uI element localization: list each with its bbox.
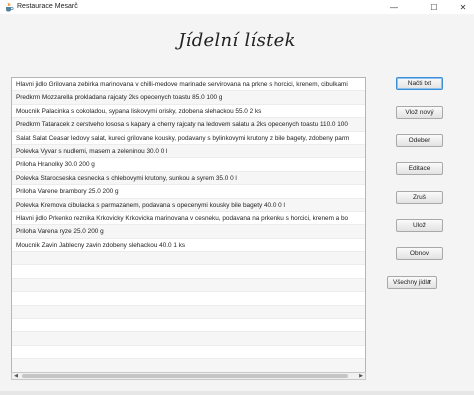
refresh-button[interactable]: Obnov — [396, 247, 443, 260]
maximize-button[interactable]: ☐ — [420, 0, 448, 14]
remove-button[interactable]: Odeber — [396, 134, 443, 147]
window-title: Restaurace Mesarč — [17, 3, 78, 10]
list-item[interactable]: Polevka Vyvar s nudlemi, masem a zelenin… — [12, 144, 365, 159]
list-item[interactable]: Moucnik Palacinka s cokoladou, sypana li… — [12, 105, 365, 119]
java-cup-icon — [6, 2, 14, 12]
list-item[interactable]: Polevka Starocseska cesnecka s chlebovym… — [12, 171, 365, 186]
chevron-down-icon: ▼ — [427, 279, 432, 285]
window-bottom-edge — [0, 391, 474, 395]
window-titlebar[interactable]: Restaurace Mesarč — ☐ ✕ — [0, 0, 474, 14]
horizontal-scrollbar[interactable]: ◀ ▶ — [11, 372, 366, 380]
category-filter-select[interactable]: Všechny jídla ▼ — [387, 276, 437, 289]
close-button[interactable]: ✕ — [449, 0, 474, 14]
empty-list-row — [12, 346, 365, 360]
list-item[interactable]: Predkrm Mozzarella prokladana rajcaty 2k… — [12, 91, 365, 105]
scroll-left-icon[interactable]: ◀ — [12, 373, 20, 379]
load-txt-button[interactable]: Načti txt — [396, 77, 443, 90]
scroll-right-icon[interactable]: ▶ — [357, 373, 365, 379]
empty-list-row — [12, 319, 365, 333]
page-title: Jídelní lístek — [178, 30, 296, 51]
minimize-button[interactable]: — — [380, 0, 408, 14]
empty-list-row — [12, 265, 365, 279]
cancel-button[interactable]: Zruš — [396, 191, 443, 204]
insert-new-button[interactable]: Vlož nový — [396, 106, 443, 119]
empty-list-row — [12, 332, 365, 346]
list-item[interactable]: Priloha Varene brambory 25.0 200 g — [12, 185, 365, 199]
empty-list-row — [12, 305, 365, 320]
list-item[interactable]: Polevka Kremova cibulacka s parmazanem, … — [12, 198, 365, 212]
empty-list-row — [12, 278, 365, 293]
empty-list-row — [12, 292, 365, 306]
category-filter-value: Všechny jídla — [393, 279, 431, 286]
list-item[interactable]: Hlavni jidlo Prkenko reznika Krkovicky K… — [12, 212, 365, 226]
edit-button[interactable]: Editace — [396, 162, 443, 175]
empty-list-row — [12, 252, 365, 266]
scrollbar-thumb[interactable] — [22, 374, 348, 378]
empty-list-row — [12, 359, 365, 373]
list-item[interactable]: Priloha Hranolky 30.0 200 g — [12, 158, 365, 172]
list-item[interactable]: Predkrm Tataracek z cerstveho lososa s k… — [12, 118, 365, 132]
save-button[interactable]: Ulož — [396, 219, 443, 232]
list-item[interactable]: Priloha Varena ryze 25.0 200 g — [12, 225, 365, 239]
list-item[interactable]: Salat Salat Ceasar ledovy salat, kureci … — [12, 132, 365, 145]
list-item[interactable]: Hlavni jidlo Grilovana zebirka marinovan… — [12, 78, 365, 92]
menu-list[interactable]: Hlavni jidlo Grilovana zebirka marinovan… — [11, 77, 366, 379]
list-item[interactable]: Moucnik Zavin Jablecny zavin zdobeny sle… — [12, 239, 365, 253]
